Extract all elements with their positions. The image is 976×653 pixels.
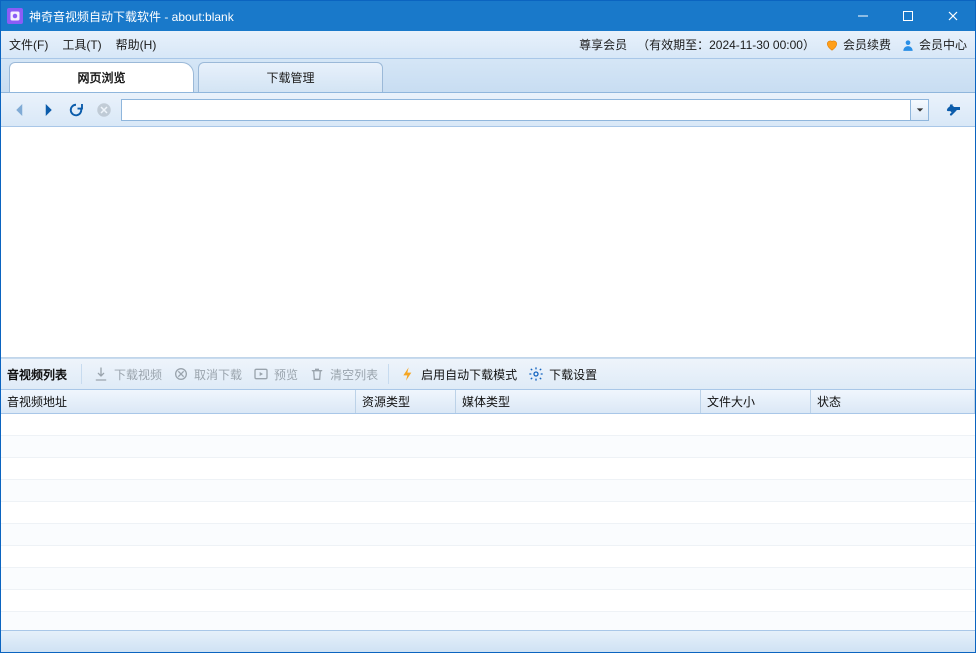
go-button[interactable] xyxy=(941,99,967,121)
table-row[interactable] xyxy=(1,480,975,502)
menu-right: 尊享会员 （有效期至：2024-11-30 00:00） 会员续费 会员中心 xyxy=(579,36,967,53)
clear-list-label: 清空列表 xyxy=(330,366,378,383)
menu-left: 文件(F) 工具(T) 帮助(H) xyxy=(9,36,156,53)
table-row[interactable] xyxy=(1,524,975,546)
media-table: 音视频地址 资源类型 媒体类型 文件大小 状态 xyxy=(1,390,975,630)
lightning-icon xyxy=(399,365,417,383)
th-status[interactable]: 状态 xyxy=(811,390,975,413)
th-media-type[interactable]: 媒体类型 xyxy=(456,390,701,413)
url-dropdown-button[interactable] xyxy=(911,99,929,121)
maximize-button[interactable] xyxy=(885,1,930,31)
browser-viewport[interactable] xyxy=(1,127,975,358)
tab-browse[interactable]: 网页浏览 xyxy=(9,62,194,92)
table-row[interactable] xyxy=(1,590,975,612)
renew-button[interactable]: 会员续费 xyxy=(825,36,891,53)
download-settings-button[interactable]: 下载设置 xyxy=(527,365,597,383)
tabs-row: 网页浏览 下载管理 xyxy=(1,59,975,93)
table-row[interactable] xyxy=(1,612,975,630)
app-icon xyxy=(7,8,23,24)
table-row[interactable] xyxy=(1,414,975,436)
th-res-type[interactable]: 资源类型 xyxy=(356,390,456,413)
cancel-download-button[interactable]: 取消下载 xyxy=(172,365,242,383)
window-controls xyxy=(840,1,975,31)
table-row[interactable] xyxy=(1,568,975,590)
member-center-label: 会员中心 xyxy=(919,36,967,53)
url-combo xyxy=(121,99,929,121)
table-header: 音视频地址 资源类型 媒体类型 文件大小 状态 xyxy=(1,390,975,414)
preview-button[interactable]: 预览 xyxy=(252,365,298,383)
window-title: 神奇音视频自动下载软件 - about:blank xyxy=(29,8,840,25)
menubar: 文件(F) 工具(T) 帮助(H) 尊享会员 （有效期至：2024-11-30 … xyxy=(1,31,975,59)
heart-icon xyxy=(825,38,839,52)
table-row[interactable] xyxy=(1,502,975,524)
minimize-button[interactable] xyxy=(840,1,885,31)
back-button[interactable] xyxy=(9,99,31,121)
preview-label: 预览 xyxy=(274,366,298,383)
titlebar: 神奇音视频自动下载软件 - about:blank xyxy=(1,1,975,31)
table-body[interactable] xyxy=(1,414,975,630)
app-window: 神奇音视频自动下载软件 - about:blank 文件(F) 工具(T) 帮助… xyxy=(0,0,976,653)
th-url[interactable]: 音视频地址 xyxy=(1,390,356,413)
media-toolbar: 音视频列表 下载视频 取消下载 预览 清空列表 xyxy=(1,358,975,390)
vip-label: 尊享会员 xyxy=(579,36,627,53)
separator xyxy=(388,364,389,384)
tab-browse-label: 网页浏览 xyxy=(77,69,125,86)
renew-label: 会员续费 xyxy=(843,36,891,53)
vip-expiry: （有效期至：2024-11-30 00:00） xyxy=(637,36,815,53)
refresh-button[interactable] xyxy=(65,99,87,121)
forward-button[interactable] xyxy=(37,99,59,121)
browser-toolbar xyxy=(1,93,975,127)
trash-icon xyxy=(308,365,326,383)
auto-mode-button[interactable]: 启用自动下载模式 xyxy=(399,365,517,383)
media-list-label: 音视频列表 xyxy=(7,366,67,383)
th-size[interactable]: 文件大小 xyxy=(701,390,811,413)
menu-tools[interactable]: 工具(T) xyxy=(62,36,101,53)
statusbar xyxy=(1,630,975,652)
download-video-label: 下载视频 xyxy=(114,366,162,383)
download-video-button[interactable]: 下载视频 xyxy=(92,365,162,383)
gear-icon xyxy=(527,365,545,383)
cancel-icon xyxy=(172,365,190,383)
cancel-download-label: 取消下载 xyxy=(194,366,242,383)
menu-file[interactable]: 文件(F) xyxy=(9,36,48,53)
table-row[interactable] xyxy=(1,546,975,568)
url-input[interactable] xyxy=(121,99,911,121)
menu-help[interactable]: 帮助(H) xyxy=(116,36,157,53)
separator xyxy=(81,364,82,384)
table-row[interactable] xyxy=(1,436,975,458)
close-button[interactable] xyxy=(930,1,975,31)
user-icon xyxy=(901,38,915,52)
download-settings-label: 下载设置 xyxy=(549,366,597,383)
tab-downloads[interactable]: 下载管理 xyxy=(198,62,383,92)
play-icon xyxy=(252,365,270,383)
member-center-button[interactable]: 会员中心 xyxy=(901,36,967,53)
clear-list-button[interactable]: 清空列表 xyxy=(308,365,378,383)
stop-button[interactable] xyxy=(93,99,115,121)
auto-mode-label: 启用自动下载模式 xyxy=(421,366,517,383)
download-icon xyxy=(92,365,110,383)
tab-downloads-label: 下载管理 xyxy=(266,69,314,86)
table-row[interactable] xyxy=(1,458,975,480)
